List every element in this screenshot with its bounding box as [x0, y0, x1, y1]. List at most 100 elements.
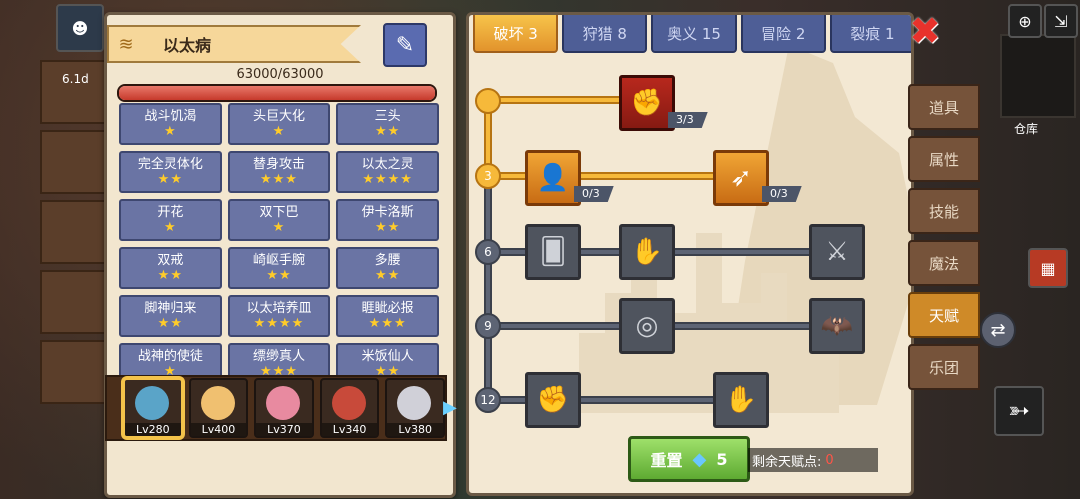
trait-stars: ★ — [164, 220, 177, 235]
hero-level: Lv400 — [190, 423, 247, 436]
player-portrait[interactable]: ☻ — [56, 4, 104, 52]
trait-card[interactable]: 头巨大化 ★ — [227, 103, 331, 145]
talent-tab[interactable]: 裂痕 1 — [829, 15, 911, 53]
trait-stars: ★★★ — [368, 316, 407, 331]
globe-icon[interactable]: ⊕ — [1008, 4, 1042, 38]
trait-name: 替身攻击 — [252, 157, 305, 172]
tree-root-node — [475, 88, 501, 114]
hp-bar-fill — [119, 86, 435, 100]
hero-face — [266, 386, 301, 420]
hero-selector: Lv280 Lv400 Lv370 Lv340 Lv380 ▶ — [105, 375, 457, 441]
trait-name: 三头 — [374, 109, 401, 124]
bat-talent-icon[interactable]: 🦇 — [809, 298, 865, 354]
talent-tab[interactable]: 奥义 15 — [651, 15, 737, 53]
side-menu-item[interactable]: 属性 — [908, 136, 980, 182]
hero-level: Lv370 — [256, 423, 312, 436]
trait-card[interactable]: 脚神归来 ★★ — [119, 295, 222, 337]
trait-stars: ★★ — [375, 268, 401, 283]
trait-stars: ★★★ — [260, 172, 298, 187]
trait-name: 脚神归来 — [144, 301, 197, 316]
fist-bump-talent-icon[interactable]: ✋ — [619, 224, 675, 280]
trait-card[interactable]: 以太之灵 ★★★★ — [336, 151, 439, 193]
diamond-icon: ◆ — [692, 448, 707, 470]
trait-stars: ★★ — [375, 124, 401, 139]
trait-name: 完全灵体化 — [137, 157, 203, 172]
character-title-ribbon: ≋ 以太病 — [107, 25, 361, 63]
cards-talent-icon[interactable]: 🂠 — [525, 224, 581, 280]
trait-stars: ★★ — [157, 172, 183, 187]
timer-label: 6.1d — [62, 72, 89, 86]
trait-grid: 战斗饥渴 ★ 头巨大化 ★ 三头 ★★ 完全灵体化 ★★ 替身攻击 ★★★ 以太之灵 ★★… — [119, 103, 439, 385]
exit-icon[interactable]: ⇲ — [1044, 4, 1078, 38]
trait-name: 双下巴 — [259, 205, 299, 220]
side-menu-item[interactable]: 天赋 — [908, 292, 980, 338]
reset-button[interactable]: 重置 ◆ 5 — [628, 436, 750, 482]
trait-stars: ★ — [272, 220, 286, 235]
hero-portrait[interactable]: Lv400 — [188, 378, 249, 438]
fist-talent-icon[interactable]: ✊ — [525, 372, 581, 428]
side-menu-item[interactable]: 道具 — [908, 84, 980, 130]
bow-icon[interactable]: ➳ — [994, 386, 1044, 436]
trait-card[interactable]: 战斗饥渴 ★ — [119, 103, 222, 145]
hero-portrait[interactable]: Lv280 — [123, 378, 183, 438]
trait-card[interactable]: 崎岖手腕 ★★ — [227, 247, 331, 289]
talent-tab[interactable]: 冒险 2 — [740, 15, 826, 53]
treasure-icon[interactable]: ▦ — [1028, 248, 1068, 288]
side-menu-item[interactable]: 乐团 — [908, 344, 980, 390]
hero-level: Lv340 — [321, 423, 378, 436]
talent-tabs: 破坏 3 狩猎 8 奥义 15 冒险 2 裂痕 1 — [469, 15, 911, 55]
trait-name: 多腰 — [374, 253, 401, 268]
trait-card[interactable]: 完全灵体化 ★★ — [119, 151, 222, 193]
hero-level: Lv280 — [125, 423, 181, 436]
reset-label: 重置 — [650, 451, 683, 470]
close-icon[interactable]: ✖ — [908, 12, 942, 50]
ring-drop-talent-icon[interactable]: ◎ — [619, 298, 675, 354]
sword-strike-talent-icon[interactable]: ⚔ — [809, 224, 865, 280]
trait-card[interactable]: 睚眦必报 ★★★ — [336, 295, 439, 337]
trait-name: 崎岖手腕 — [252, 253, 305, 268]
arm-wrestle-talent-icon[interactable]: ✊ — [619, 75, 675, 131]
trait-stars: ★★★★ — [253, 316, 305, 331]
trait-card[interactable]: 以太培养皿 ★★★★ — [227, 295, 331, 337]
next-arrow-icon[interactable]: ▶ — [443, 397, 457, 423]
trait-card[interactable]: 双戒 ★★ — [119, 247, 222, 289]
trait-card[interactable]: 替身攻击 ★★★ — [227, 151, 331, 193]
gauntlet-talent-icon[interactable]: ✋ — [713, 372, 769, 428]
hero-face — [331, 386, 366, 420]
storage-label: 仓库 — [1014, 122, 1039, 136]
swap-icon[interactable]: ⇄ — [980, 312, 1016, 348]
trait-card[interactable]: 双下巴 ★ — [227, 199, 331, 241]
talent-count: 3/3 — [668, 112, 708, 128]
hero-portrait[interactable]: Lv380 — [385, 378, 445, 438]
trait-name: 开花 — [157, 205, 184, 220]
syringe-icon[interactable]: ✎ — [383, 23, 427, 67]
trait-card[interactable]: 三头 ★★ — [336, 103, 439, 145]
trait-stars: ★ — [164, 124, 177, 139]
hp-text: 63000/63000 — [236, 67, 324, 82]
trait-name: 战神的使徒 — [137, 349, 203, 364]
body-talent-icon[interactable]: 👤 — [525, 150, 581, 206]
character-panel: ≋ 以太病 ✎ 63000/63000 战斗饥渴 ★ 头巨大化 ★ 三头 ★★ 完全灵… — [104, 12, 457, 498]
hero-portrait[interactable]: Lv340 — [319, 378, 380, 438]
tree-line — [486, 396, 720, 404]
talent-tab[interactable]: 破坏 3 — [473, 15, 559, 53]
side-menu-item[interactable]: 技能 — [908, 188, 980, 234]
minimap[interactable] — [1000, 34, 1076, 118]
talent-count: 0/3 — [574, 186, 614, 202]
side-menu-item[interactable]: 魔法 — [908, 240, 980, 286]
map-tile — [40, 60, 106, 124]
hero-level: Lv380 — [387, 423, 443, 436]
trait-card[interactable]: 多腰 ★★ — [336, 247, 439, 289]
level-node-12: 12 — [475, 387, 501, 413]
trait-stars: ★★ — [157, 268, 183, 283]
arrow-talent-icon[interactable]: ➶ — [713, 150, 769, 206]
trait-card[interactable]: 伊卡洛斯 ★★ — [336, 199, 439, 241]
level-node-3: 3 — [475, 163, 501, 189]
trait-card[interactable]: 开花 ★ — [119, 199, 222, 241]
trait-name: 双戒 — [157, 253, 184, 268]
hero-portrait[interactable]: Lv370 — [254, 378, 314, 438]
hero-face — [135, 386, 169, 420]
trait-name: 头巨大化 — [252, 109, 305, 124]
talent-tab[interactable]: 狩猎 8 — [562, 15, 648, 53]
character-title: 以太病 — [163, 36, 212, 55]
